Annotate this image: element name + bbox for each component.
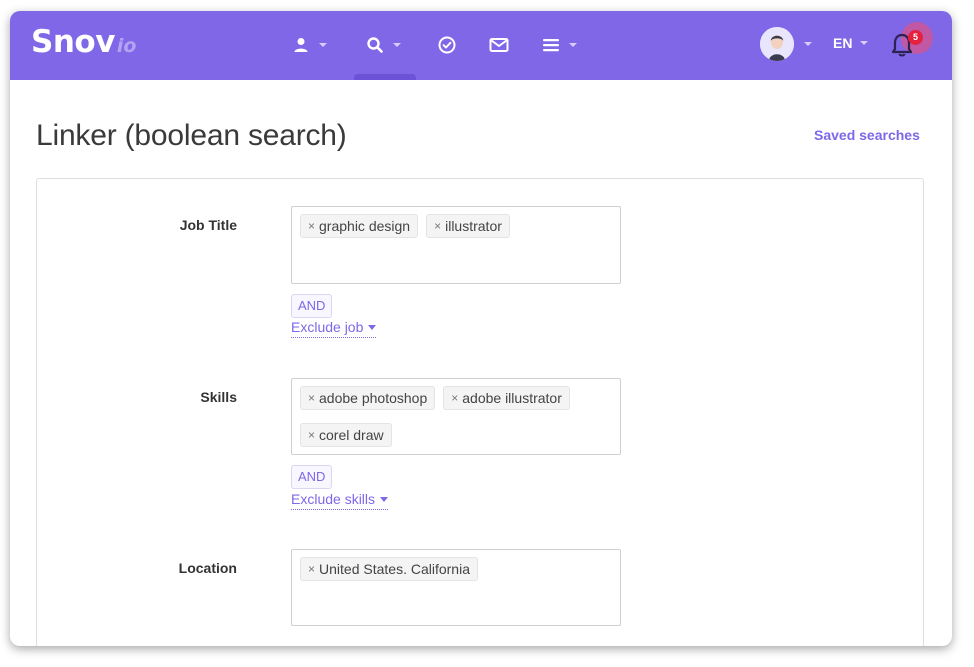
skills-operator[interactable]: AND [291,465,333,489]
remove-tag-icon[interactable]: × [308,391,315,405]
nav-mail[interactable] [488,28,510,62]
notification-count-badge: 5 [908,30,923,45]
logo-main: Snov [31,24,115,60]
exclude-job-dropdown[interactable]: Exclude job [291,319,377,338]
language-selector[interactable]: EN [833,35,869,51]
nav-tasks[interactable] [437,28,457,62]
skills-label: Skills [200,389,237,405]
logo[interactable]: Snov io [31,22,136,66]
person-icon [294,38,308,52]
skills-input[interactable]: × adobe photoshop × adobe illustrator × corel… [291,378,621,455]
user-avatar-icon [760,27,794,61]
menu-icon [543,39,559,52]
chevron-down-icon [380,496,389,502]
tag-chip[interactable]: × adobe photoshop [300,386,436,410]
tag-chip[interactable]: × adobe illustrator [443,386,570,410]
page-title: Linker (boolean search) [36,119,347,152]
chevron-down-icon [569,43,577,47]
nav-active-indicator [354,74,416,80]
exclude-skills-label: Exclude skills [291,491,376,507]
tag-chip[interactable]: × United States. California [300,557,478,581]
avatar[interactable] [760,27,794,61]
exclude-skills-dropdown[interactable]: Exclude skills [291,491,389,510]
remove-tag-icon[interactable]: × [434,219,441,233]
chevron-down-icon [368,324,377,330]
nav-contacts[interactable] [291,28,327,62]
tag-chip[interactable]: × illustrator [426,214,510,238]
chevron-down-icon [393,43,401,47]
remove-tag-icon[interactable]: × [451,391,458,405]
language-label: EN [833,35,853,51]
chevron-down-icon [319,43,327,47]
nav-search[interactable] [365,28,401,62]
tag-label: adobe photoshop [319,390,428,406]
tag-label: corel draw [319,427,384,443]
remove-tag-icon[interactable]: × [308,219,315,233]
location-input[interactable]: × United States. California [291,549,621,626]
job-title-operator[interactable]: AND [291,294,333,318]
search-icon [367,37,383,53]
search-form-panel: Job Title × graphic design × illustrator AN… [36,178,924,646]
app-window: Snov io EN 5 Linker (boolean search) Sav… [10,11,952,646]
saved-searches-link[interactable]: Saved searches [814,127,920,143]
tag-label: adobe illustrator [462,390,562,406]
exclude-job-label: Exclude job [291,319,364,335]
job-title-input[interactable]: × graphic design × illustrator [291,206,621,284]
tag-chip[interactable]: × graphic design [300,214,419,238]
chevron-down-icon [860,41,869,45]
remove-tag-icon[interactable]: × [308,428,315,442]
job-title-label: Job Title [179,217,237,233]
tag-label: United States. California [319,561,470,577]
nav-more[interactable] [541,28,577,62]
logo-suffix: io [116,35,137,57]
check-circle-icon [438,36,456,54]
location-label: Location [178,560,237,576]
tag-chip[interactable]: × corel draw [300,423,392,447]
chevron-down-icon[interactable] [804,42,812,46]
remove-tag-icon[interactable]: × [308,562,315,576]
top-navbar: Snov io EN 5 [10,11,952,80]
mail-icon [489,38,509,52]
tag-label: graphic design [319,218,411,234]
tag-label: illustrator [445,218,502,234]
